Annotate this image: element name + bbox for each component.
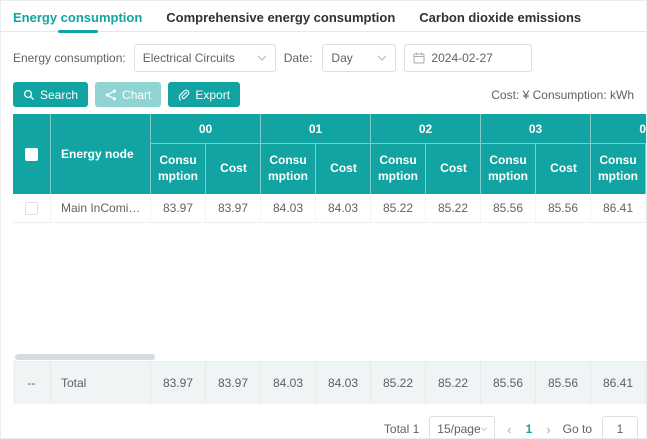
chart-button[interactable]: Chart <box>95 82 161 107</box>
tab-carbon-dioxide[interactable]: Carbon dioxide emissions <box>419 1 581 33</box>
date-label: Date: <box>284 51 313 65</box>
energy-type-value: Electrical Circuits <box>143 51 235 65</box>
pagination-total: Total 1 <box>384 422 419 436</box>
consumption-header: Consumption <box>481 144 536 194</box>
consumption-value: 83.97 <box>151 194 206 222</box>
page-size-select[interactable]: 15/page <box>429 416 495 439</box>
consumption-value: 85.22 <box>371 194 426 222</box>
cost-header: Cost <box>206 144 261 194</box>
calendar-icon <box>413 52 425 64</box>
hour-group-label: 04 <box>591 114 647 144</box>
total-value: 85.56 <box>481 362 536 404</box>
consumption-header: Consumption <box>371 144 426 194</box>
consumption-value: 84.03 <box>261 194 316 222</box>
hour-group-label: 03 <box>481 114 590 144</box>
active-tab-underline <box>58 30 98 33</box>
hour-group-label: 00 <box>151 114 260 144</box>
hour-group-04: 04 Consumption Cost <box>591 114 647 194</box>
consumption-header: Consumption <box>151 144 206 194</box>
hour-group-00: 00 Consumption Cost <box>151 114 261 194</box>
horizontal-scrollbar <box>13 353 647 361</box>
consumption-header: Consumption <box>591 144 646 194</box>
tab-label: Energy consumption <box>13 10 142 25</box>
pagination: Total 1 15/page ‹ 1 › Go to <box>1 404 646 439</box>
consumption-header: Consumption <box>261 144 316 194</box>
cost-value: 85.56 <box>536 194 591 222</box>
tab-comprehensive-energy[interactable]: Comprehensive energy consumption <box>166 1 395 33</box>
cost-value: 84.03 <box>316 194 371 222</box>
search-button[interactable]: Search <box>13 82 88 107</box>
hour-group-03: 03 Consumption Cost <box>481 114 591 194</box>
total-label-cell: Total <box>51 362 151 404</box>
table-header: Energy node 00 Consumption Cost 01 Consu… <box>13 114 647 194</box>
chevron-down-icon <box>377 55 387 61</box>
cost-header: Cost <box>316 144 371 194</box>
total-value: 84.03 <box>316 362 371 404</box>
goto-label: Go to <box>563 422 592 436</box>
export-button[interactable]: Export <box>168 82 240 107</box>
total-key-cell: -- <box>13 362 51 404</box>
date-granularity-select[interactable]: Day <box>322 44 396 72</box>
goto-page-input[interactable] <box>602 416 638 439</box>
energy-dashboard: Energy consumption Comprehensive energy … <box>0 0 647 439</box>
energy-table: Energy node 00 Consumption Cost 01 Consu… <box>13 114 647 404</box>
energy-type-select[interactable]: Electrical Circuits <box>134 44 276 72</box>
energy-node-cell: Main InComing Lin... <box>51 194 151 222</box>
table-row: Main InComing Lin... 83.97 83.97 84.03 8… <box>13 194 647 223</box>
select-all-cell[interactable] <box>13 114 51 194</box>
total-row: -- Total 83.97 83.97 84.03 84.03 85.22 8… <box>13 361 647 404</box>
total-value: 85.56 <box>536 362 591 404</box>
paperclip-icon <box>178 89 190 101</box>
select-all-checkbox[interactable] <box>25 148 38 161</box>
chevron-down-icon <box>257 55 267 61</box>
total-value: 85.22 <box>371 362 426 404</box>
row-checkbox[interactable] <box>25 202 38 215</box>
search-button-label: Search <box>40 88 78 102</box>
consumption-value: 85.56 <box>481 194 536 222</box>
export-button-label: Export <box>195 88 230 102</box>
hour-group-02: 02 Consumption Cost <box>371 114 481 194</box>
energy-type-label: Energy consumption: <box>13 51 126 65</box>
date-value: 2024-02-27 <box>431 51 492 65</box>
date-picker[interactable]: 2024-02-27 <box>404 44 532 72</box>
total-value: 83.97 <box>206 362 261 404</box>
tab-label: Comprehensive energy consumption <box>166 10 395 25</box>
next-page-button[interactable]: › <box>544 422 552 437</box>
toolbar: Search Chart Export Cost: ¥ Consumption:… <box>1 72 646 107</box>
search-icon <box>23 89 35 101</box>
cost-header: Cost <box>426 144 481 194</box>
tab-energy-consumption[interactable]: Energy consumption <box>13 1 142 33</box>
total-value: 83.97 <box>151 362 206 404</box>
total-value: 85.22 <box>426 362 481 404</box>
prev-page-button[interactable]: ‹ <box>505 422 513 437</box>
horizontal-scrollbar-thumb[interactable] <box>15 354 155 360</box>
share-chart-icon <box>105 89 117 101</box>
total-value: 86.41 <box>591 362 646 404</box>
consumption-value: 86.41 <box>591 194 646 222</box>
energy-node-name: Main InComing Lin... <box>61 201 147 215</box>
total-value: 84.03 <box>261 362 316 404</box>
current-page[interactable]: 1 <box>524 422 535 436</box>
filter-row: Energy consumption: Electrical Circuits … <box>1 32 646 72</box>
tab-label: Carbon dioxide emissions <box>419 10 581 25</box>
chevron-down-icon <box>481 426 488 432</box>
hour-group-label: 01 <box>261 114 370 144</box>
hour-group-01: 01 Consumption Cost <box>261 114 371 194</box>
tab-bar: Energy consumption Comprehensive energy … <box>1 1 646 32</box>
units-note: Cost: ¥ Consumption: kWh <box>491 88 634 102</box>
cost-header: Cost <box>536 144 591 194</box>
table-body-empty-area <box>13 223 647 353</box>
granularity-value: Day <box>331 51 352 65</box>
cost-value: 83.97 <box>206 194 261 222</box>
row-select-cell[interactable] <box>13 194 51 222</box>
energy-node-header: Energy node <box>51 114 151 194</box>
page-size-value: 15/page <box>437 422 480 436</box>
hour-group-label: 02 <box>371 114 480 144</box>
chart-button-label: Chart <box>122 88 151 102</box>
cost-value: 85.22 <box>426 194 481 222</box>
